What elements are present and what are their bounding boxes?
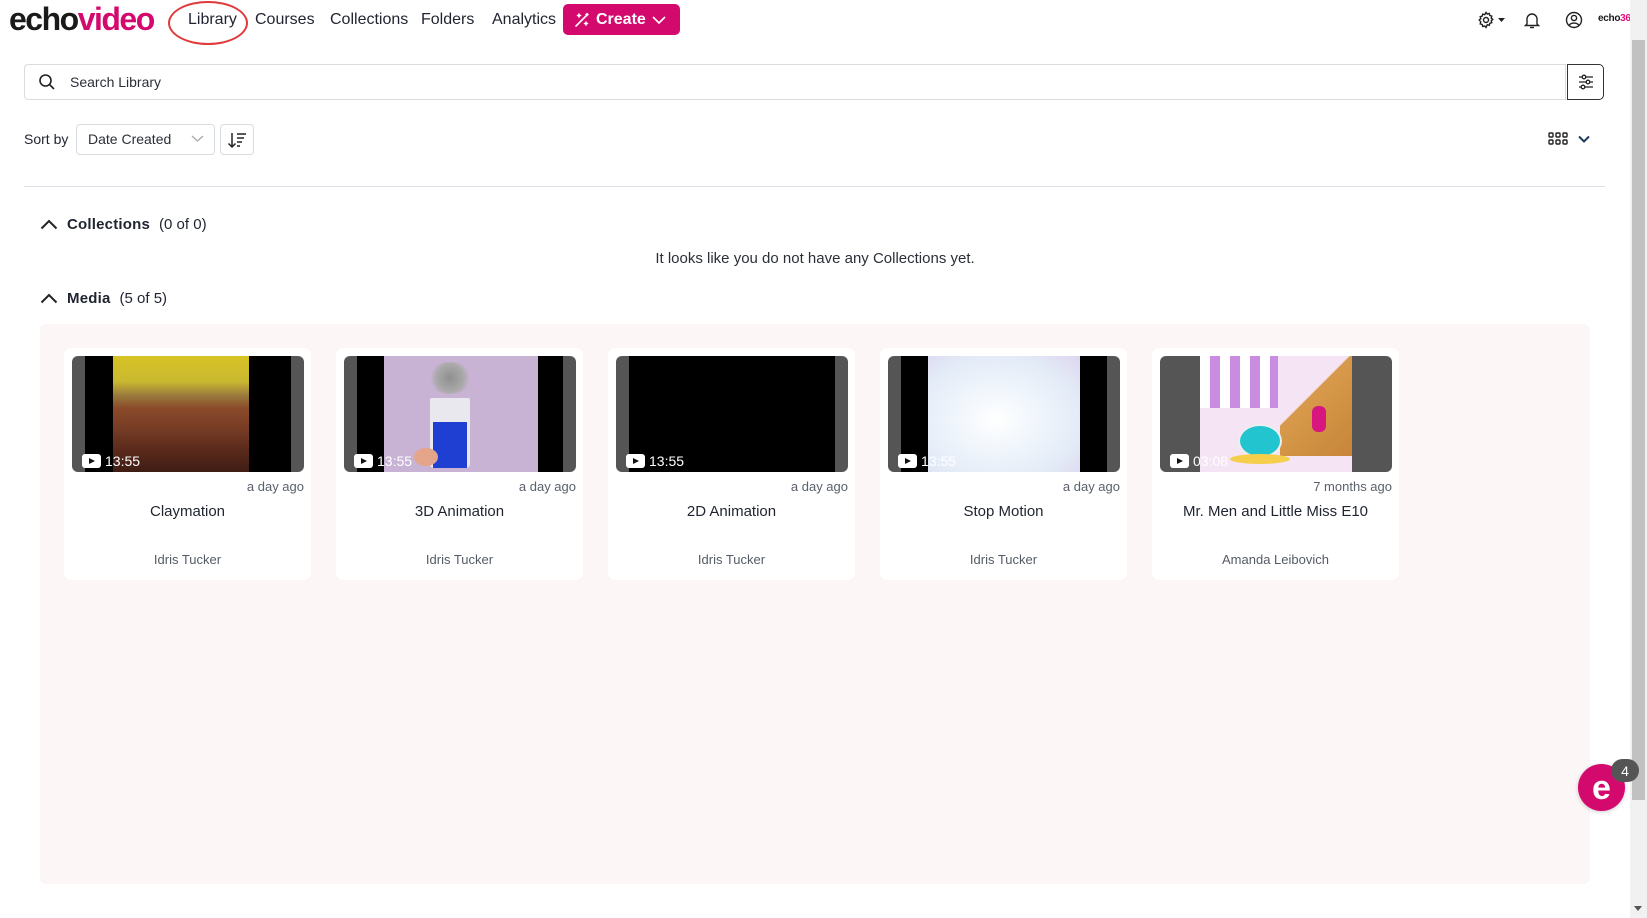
sort-descending-icon: [227, 132, 246, 148]
search-icon: [39, 74, 55, 90]
nav-collections[interactable]: Collections: [330, 11, 408, 29]
scrollbar-thumb[interactable]: [1632, 40, 1645, 800]
media-title-link[interactable]: Stop Motion: [880, 503, 1127, 520]
user-circle-icon: [1565, 11, 1583, 29]
bell-icon: [1523, 13, 1541, 29]
media-owner: Idris Tucker: [697, 552, 766, 567]
created-age: a day ago: [790, 479, 848, 494]
media-card[interactable]: 13:55 a day ago 2D Animation Idris Tucke…: [608, 348, 855, 580]
media-owner: Idris Tucker: [425, 552, 494, 567]
chevron-down-icon: [1578, 135, 1590, 143]
media-title-link[interactable]: 2D Animation: [608, 503, 855, 520]
duration-badge: 13:55: [626, 453, 684, 469]
media-owner: Idris Tucker: [153, 552, 222, 567]
play-icon: [354, 454, 373, 468]
collections-empty-message: It looks like you do not have any Collec…: [655, 250, 975, 267]
media-card[interactable]: 13:55 a day ago Stop Motion Idris Tucker: [880, 348, 1127, 580]
duration-badge: 13:55: [82, 453, 140, 469]
chevron-down-icon: [191, 135, 204, 142]
sort-by-label: Sort by: [24, 131, 69, 147]
media-title-link[interactable]: Mr. Men and Little Miss E10: [1152, 503, 1399, 520]
created-age: a day ago: [1062, 479, 1120, 494]
search-bar: [24, 64, 1566, 100]
video-thumbnail[interactable]: 13:55: [344, 356, 576, 472]
media-title-link[interactable]: 3D Animation: [336, 503, 583, 520]
media-owner: Idris Tucker: [969, 552, 1038, 567]
collections-title: Collections: [67, 216, 151, 233]
duration-badge: 03:08: [1170, 453, 1228, 469]
created-age: a day ago: [246, 479, 304, 494]
filter-button[interactable]: [1567, 64, 1604, 100]
play-icon: [626, 454, 645, 468]
view-mode-toggle[interactable]: [1548, 132, 1590, 146]
video-thumbnail[interactable]: 13:55: [888, 356, 1120, 472]
create-label: Create: [596, 10, 646, 28]
collections-count: (0 of 0): [159, 216, 207, 233]
chevron-down-icon: [652, 15, 666, 24]
play-icon: [82, 454, 101, 468]
video-thumbnail[interactable]: 03:08: [1160, 356, 1392, 472]
nav-courses[interactable]: Courses: [255, 11, 315, 29]
video-thumbnail[interactable]: 13:55: [72, 356, 304, 472]
media-owner: Amanda Leibovich: [1222, 552, 1329, 567]
created-age: a day ago: [518, 479, 576, 494]
notifications-button[interactable]: [1523, 11, 1541, 34]
media-card[interactable]: 13:55 a day ago Claymation Idris Tucker: [64, 348, 311, 580]
sort-select[interactable]: Date Created: [76, 124, 215, 155]
scroll-down-arrow-icon[interactable]: [1634, 906, 1642, 911]
play-icon: [898, 454, 917, 468]
media-card[interactable]: 03:08 7 months ago Mr. Men and Little Mi…: [1152, 348, 1399, 580]
media-card[interactable]: 13:55 a day ago 3D Animation Idris Tucke…: [336, 348, 583, 580]
account-button[interactable]: [1565, 11, 1583, 34]
created-age: 7 months ago: [1313, 479, 1392, 494]
video-thumbnail[interactable]: 13:55: [616, 356, 848, 472]
duration-badge: 13:55: [898, 453, 956, 469]
nav-library[interactable]: Library: [188, 11, 237, 29]
create-button[interactable]: Create: [563, 4, 680, 35]
nav-analytics[interactable]: Analytics: [492, 11, 556, 29]
divider: [24, 186, 1605, 187]
gear-icon: [1478, 11, 1505, 29]
grid-view-icon: [1548, 132, 1568, 145]
play-icon: [1170, 454, 1189, 468]
collections-section-toggle[interactable]: Collections (0 of 0): [40, 216, 207, 233]
duration-badge: 13:55: [354, 453, 412, 469]
echo-e-icon: e: [1592, 768, 1611, 807]
chevron-up-icon: [40, 293, 58, 304]
media-section-toggle[interactable]: Media (5 of 5): [40, 290, 167, 307]
sliders-icon: [1578, 74, 1593, 90]
echovideo-logo[interactable]: echovideo: [9, 2, 155, 36]
media-title-link[interactable]: Claymation: [64, 503, 311, 520]
top-bar: echovideo Library Courses Collections Fo…: [0, 0, 1636, 45]
media-count: (5 of 5): [119, 290, 168, 307]
chevron-up-icon: [40, 219, 58, 230]
sort-direction-button[interactable]: [220, 124, 254, 155]
settings-menu[interactable]: [1478, 11, 1506, 34]
media-title: Media: [67, 290, 111, 307]
nav-folders[interactable]: Folders: [421, 11, 474, 29]
sort-selected-value: Date Created: [88, 131, 172, 147]
chat-notification-badge: 4: [1611, 759, 1639, 782]
magic-wand-icon: [575, 12, 589, 27]
search-input[interactable]: [70, 65, 1510, 99]
